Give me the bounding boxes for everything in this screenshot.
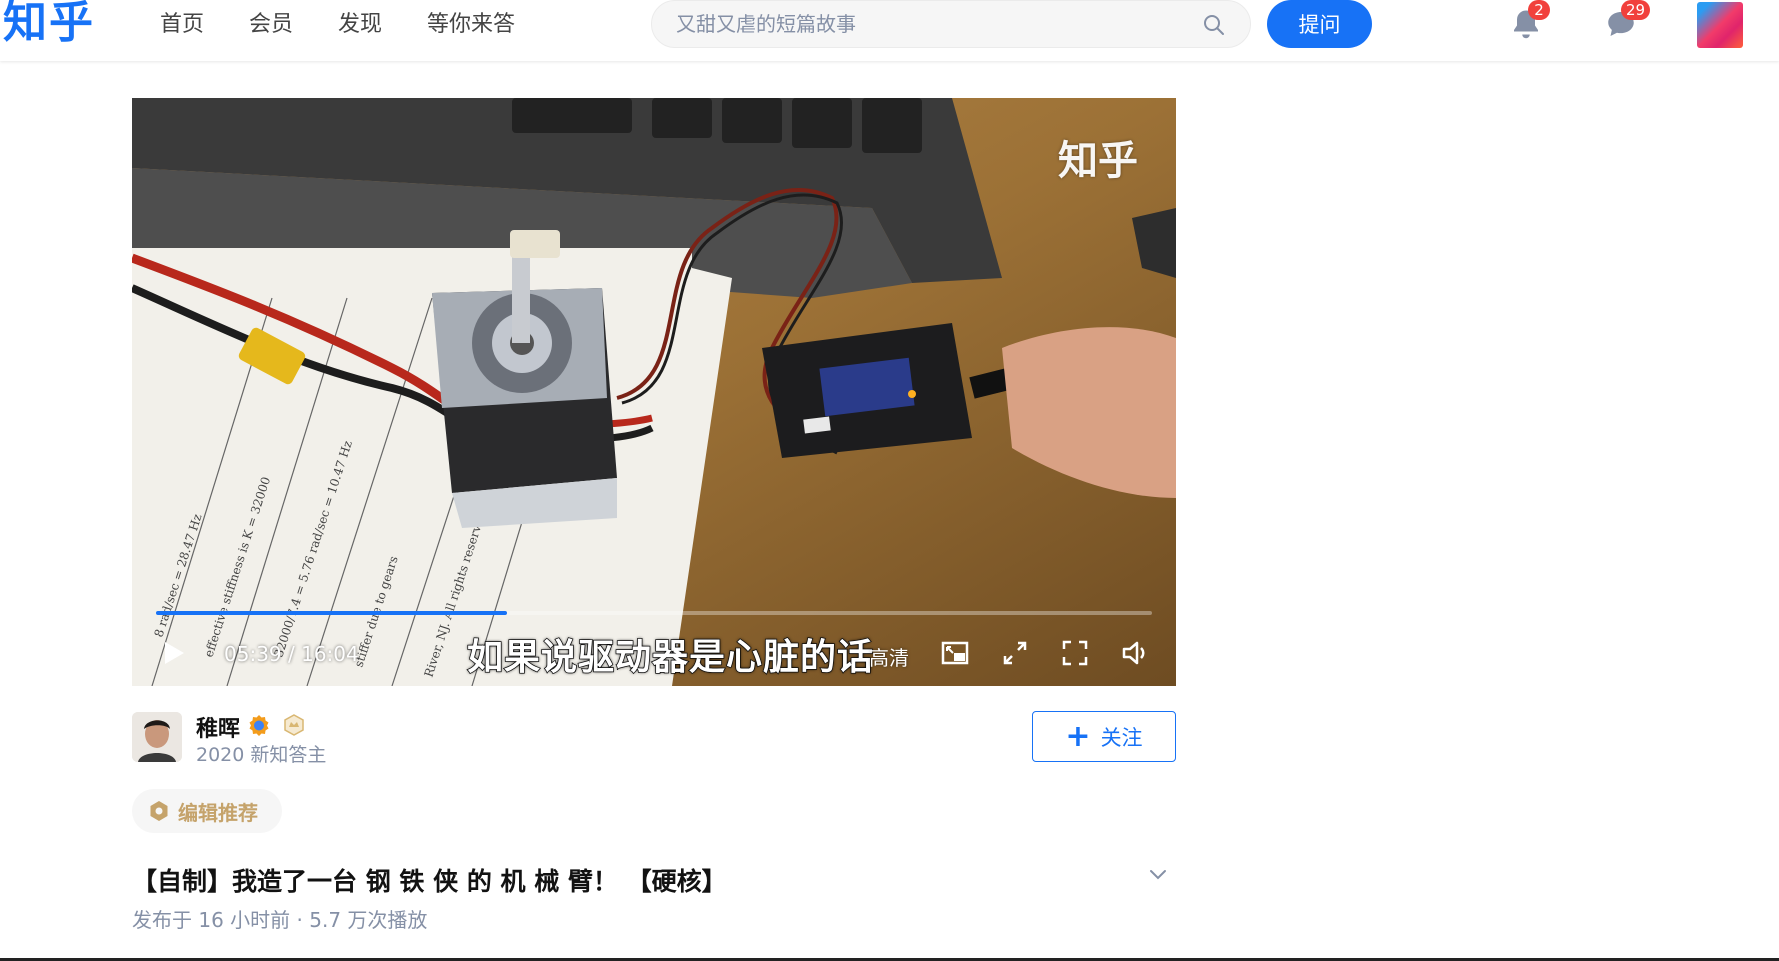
creator-level-icon [284, 714, 304, 736]
post-meta: 发布于 16 小时前 · 5.7 万次播放 [132, 908, 428, 932]
video-progress-bar[interactable] [156, 611, 1152, 615]
plus-icon: + [1065, 718, 1091, 754]
notification-badge: 2 [1528, 0, 1550, 20]
video-time: 05:39 / 16:04 [224, 642, 359, 666]
recommendation-label: 编辑推荐 [178, 800, 258, 825]
search-icon[interactable] [1202, 13, 1226, 37]
user-avatar[interactable] [1697, 2, 1743, 48]
author-name[interactable]: 稚晖 [196, 711, 240, 743]
chevron-down-icon[interactable] [1146, 862, 1170, 886]
time-separator: / [288, 642, 295, 666]
post-title[interactable]: 【自制】我造了一台 钢 铁 侠 的 机 械 臂！ 【硬核】 [132, 862, 727, 898]
fullscreen-icon[interactable] [1060, 638, 1090, 668]
video-subtitle: 如果说驱动器是心脏的话 [466, 636, 875, 679]
video-progress-fill [156, 611, 507, 615]
nav-home[interactable]: 首页 [160, 10, 204, 40]
follow-button[interactable]: + 关注 [1032, 711, 1176, 762]
nav-discover[interactable]: 发现 [338, 10, 382, 40]
search-box [651, 0, 1251, 48]
recommend-badge-icon [150, 801, 168, 821]
play-icon[interactable] [162, 640, 186, 666]
nav-membership[interactable]: 会员 [249, 10, 293, 40]
editor-recommendation-tag: 编辑推荐 [132, 789, 282, 833]
zhihu-logo[interactable]: 知乎 [3, 0, 95, 46]
video-controls: 05:39 / 16:04 如果说驱动器是心脏的话 高清 [132, 626, 1176, 679]
message-badge: 29 [1621, 0, 1651, 20]
video-frame: 8 rad/sec = 28.47 Hz effective stiffness… [132, 98, 1176, 686]
nav-waiting-answers[interactable]: 等你来答 [427, 10, 515, 40]
avatar-portrait [132, 712, 182, 762]
video-player[interactable]: 8 rad/sec = 28.47 Hz effective stiffness… [132, 98, 1176, 686]
main-nav: 首页 会员 发现 等你来答 [160, 10, 515, 40]
quality-selector[interactable]: 高清 [869, 642, 909, 671]
picture-in-picture-icon[interactable] [940, 638, 970, 668]
follow-label: 关注 [1100, 725, 1143, 750]
video-watermark: 知乎 [1058, 138, 1138, 184]
messages-button[interactable]: 29 [1603, 0, 1651, 42]
widescreen-icon[interactable] [1000, 638, 1030, 668]
search-input[interactable] [676, 9, 1176, 39]
author-description: 2020 新知答主 [196, 744, 327, 766]
verified-badge-icon [249, 715, 269, 736]
current-time: 05:39 [224, 642, 282, 666]
duration: 16:04 [301, 642, 359, 666]
top-header: 知乎 首页 会员 发现 等你来答 提问 2 29 [0, 0, 1779, 61]
volume-icon[interactable] [1120, 638, 1150, 668]
ask-question-button[interactable]: 提问 [1267, 0, 1372, 48]
author-avatar[interactable] [132, 712, 182, 762]
notification-button[interactable]: 2 [1508, 0, 1550, 42]
